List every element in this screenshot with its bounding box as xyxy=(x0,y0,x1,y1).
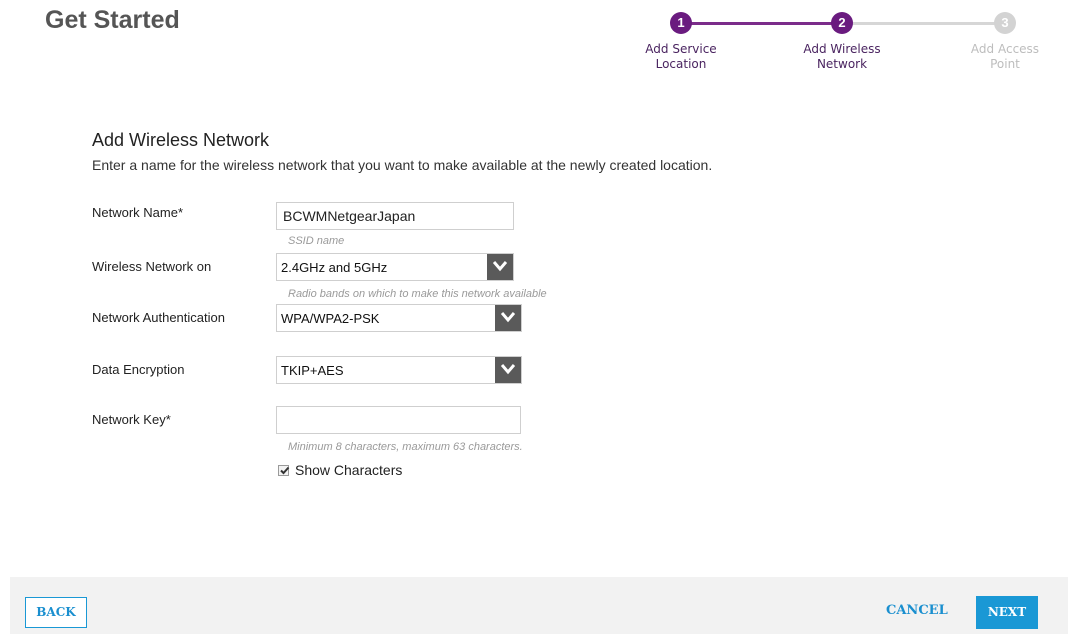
wireless-network-on-value: 2.4GHz and 5GHz xyxy=(281,260,388,275)
cancel-button[interactable]: CANCEL xyxy=(886,603,948,618)
network-name-input[interactable]: BCWMNetgearJapan xyxy=(276,202,514,230)
wireless-network-on-label: Wireless Network on xyxy=(92,259,212,274)
data-encryption-value: TKIP+AES xyxy=(281,363,344,378)
data-encryption-select[interactable]: TKIP+AES xyxy=(276,356,522,384)
step-1-label-line2: Location xyxy=(655,57,707,71)
step-3-label-line1: Add Access xyxy=(970,42,1040,56)
step-3-indicator: 3 xyxy=(994,12,1016,34)
show-characters-checkbox[interactable] xyxy=(278,464,290,476)
chevron-down-icon[interactable] xyxy=(495,357,521,383)
back-button[interactable]: BACK xyxy=(25,597,87,628)
step-connector-completed xyxy=(681,22,842,25)
step-1-indicator: 1 xyxy=(670,12,692,34)
network-name-hint: SSID name xyxy=(288,235,345,247)
wireless-network-on-hint: Radio bands on which to make this networ… xyxy=(288,288,547,300)
section-title: Add Wireless Network xyxy=(92,130,270,150)
step-2-label-line2: Network xyxy=(816,57,868,71)
network-key-input[interactable] xyxy=(276,406,521,434)
network-authentication-select[interactable]: WPA/WPA2-PSK xyxy=(276,304,522,332)
footer-bar: BACK CANCEL NEXT xyxy=(10,577,1068,634)
step-1-label: Add Service Location xyxy=(626,42,736,72)
network-authentication-value: WPA/WPA2-PSK xyxy=(281,311,380,326)
step-1-label-line1: Add Service xyxy=(645,42,717,56)
chevron-down-icon[interactable] xyxy=(487,254,513,280)
chevron-down-icon[interactable] xyxy=(495,305,521,331)
step-3-label-line2: Point xyxy=(990,57,1020,71)
wireless-network-on-select[interactable]: 2.4GHz and 5GHz xyxy=(276,253,514,281)
show-characters-label: Show Characters xyxy=(295,462,403,478)
step-2-label-line1: Add Wireless xyxy=(803,42,881,56)
step-connector-pending xyxy=(842,22,1005,25)
show-characters-checkbox-row[interactable]: Show Characters xyxy=(278,462,402,478)
step-2-label: Add Wireless Network xyxy=(787,42,897,72)
network-authentication-label: Network Authentication xyxy=(92,310,225,325)
section-description: Enter a name for the wireless network th… xyxy=(92,157,713,173)
step-2-indicator: 2 xyxy=(831,12,853,34)
progress-stepper: 1 2 3 Add Service Location Add Wireless … xyxy=(630,11,1060,81)
network-name-label: Network Name* xyxy=(92,205,184,220)
network-key-label: Network Key* xyxy=(92,412,171,427)
data-encryption-label: Data Encryption xyxy=(92,362,185,377)
next-button[interactable]: NEXT xyxy=(976,596,1038,629)
page-title: Get Started xyxy=(45,6,180,34)
network-key-hint: Minimum 8 characters, maximum 63 charact… xyxy=(288,441,523,453)
step-3-label: Add Access Point xyxy=(950,42,1060,72)
